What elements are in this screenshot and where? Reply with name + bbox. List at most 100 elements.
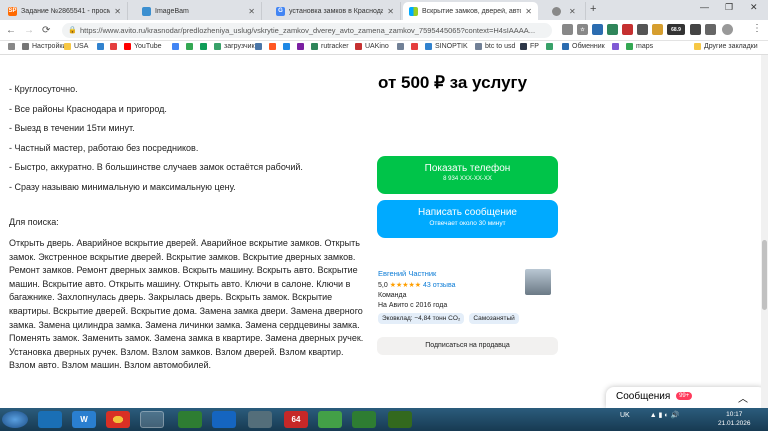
bookmark-6[interactable] [269, 43, 279, 50]
url-input[interactable]: 🔒 https://www.avito.ru/krasnodar/predloz… [62, 23, 552, 38]
reviews-link[interactable]: 43 отзыва [423, 282, 455, 289]
terminal-app-icon[interactable] [178, 411, 202, 428]
extension-icon[interactable] [592, 24, 603, 35]
seller-avatar[interactable] [525, 269, 551, 295]
avatar-icon[interactable] [722, 24, 733, 35]
bookmark-12[interactable] [612, 43, 622, 50]
bookmark-rutracker[interactable]: rutracker [311, 43, 349, 50]
bookmark-other[interactable]: Другие закладки [694, 43, 758, 50]
bookmark-label: rutracker [321, 43, 349, 50]
bookmark-apps[interactable] [8, 43, 18, 50]
close-icon[interactable]: ✕ [387, 7, 394, 16]
close-icon[interactable]: ✕ [114, 7, 121, 16]
search-heading: Для поиска: [9, 217, 59, 227]
bookmark-9[interactable] [397, 43, 407, 50]
bookmark-usa[interactable]: USA [64, 43, 88, 50]
bookmark-sinoptik[interactable]: SINOPTIK [425, 43, 468, 50]
aida64-app-icon[interactable]: 64 [284, 411, 308, 428]
vk-icon [255, 43, 262, 50]
chrome-app-icon[interactable] [106, 411, 130, 428]
close-icon[interactable]: ✕ [525, 7, 532, 16]
reload-icon[interactable]: ⟳ [42, 25, 50, 36]
back-icon[interactable]: ← [6, 25, 16, 36]
messages-widget[interactable]: Сообщения 99+ ︿ [606, 387, 766, 408]
site-icon [520, 43, 527, 50]
bookmark-youtube[interactable]: YouTube [124, 43, 162, 50]
eco-badge[interactable]: Эковклад: −4,84 тонн CO₂ [378, 313, 465, 324]
bookmark-5[interactable] [200, 43, 210, 50]
bookmark-settings[interactable]: Настройки [22, 43, 66, 50]
bookmark-1[interactable] [97, 43, 107, 50]
puzzle-icon[interactable] [705, 24, 716, 35]
feature-item: - Частный мастер, работаю без посреднико… [9, 142, 199, 153]
site-icon [297, 43, 304, 50]
weather-icon [425, 43, 432, 50]
bookmark-fp[interactable]: FP [520, 43, 539, 50]
extension-icon[interactable] [622, 24, 633, 35]
tab-imagebam[interactable]: ImageBam ✕ [136, 2, 262, 20]
tool-app-icon[interactable] [212, 411, 236, 428]
scrollbar[interactable] [761, 55, 768, 408]
tray-icons[interactable]: ▲ ▮ ◐ 🔊 [650, 412, 680, 419]
bookmark-uakino[interactable]: UAKino [355, 43, 389, 50]
app-icon[interactable] [388, 411, 412, 428]
bookmark-2[interactable] [110, 43, 120, 50]
date: 21.01.2026 [718, 420, 751, 427]
bookmark-vk[interactable] [255, 43, 265, 50]
bookmark-10[interactable] [411, 43, 421, 50]
bookmark-maps[interactable]: maps [626, 43, 653, 50]
gear-icon [22, 43, 29, 50]
bookmark-exchange[interactable]: Обменник [562, 43, 605, 50]
extension-icon[interactable] [690, 24, 701, 35]
bookmark-label: Настройки [32, 43, 67, 50]
write-message-button[interactable]: Написать сообщение Отвечает около 30 мин… [377, 200, 558, 238]
network-app-icon[interactable] [140, 411, 164, 428]
scrollbar-thumb[interactable] [762, 240, 767, 310]
ltc-ticker[interactable]: 68.9 [667, 24, 685, 35]
chrome-icon [552, 6, 561, 16]
app-icon[interactable] [352, 411, 376, 428]
tab-new[interactable]: ✕ [546, 2, 586, 20]
bookmark-11[interactable] [546, 43, 556, 50]
tab-avito[interactable]: Вскрытие замков, дверей, авто, 3 ✕ [403, 2, 538, 20]
maximize-button[interactable]: ❐ [725, 2, 733, 13]
rating-value: 5,0 [378, 282, 388, 289]
star-icon[interactable]: ☆ [577, 24, 588, 35]
tab-google-search[interactable]: G установка замков в Краснодаре ✕ [270, 2, 401, 20]
bookmark-btc[interactable]: btc to usd [475, 43, 515, 50]
new-tab-button[interactable]: + [590, 3, 596, 15]
avito-icon [409, 6, 418, 16]
bookmark-3[interactable] [172, 43, 182, 50]
tab-task[interactable]: SP Задание №2865541 - просмотр за ✕ [2, 2, 128, 20]
tab-label: Вскрытие замков, дверей, авто, 3 [422, 7, 522, 15]
subscribe-button[interactable]: Подписаться на продавца [377, 337, 558, 355]
show-phone-button[interactable]: Показать телефон 8 934 XXX-XX-XX [377, 156, 558, 194]
feature-item: - Быстро, аккуратно. В большинстве случа… [9, 162, 303, 173]
bookmark-loader[interactable]: загрузчик [214, 43, 255, 50]
share-icon[interactable] [562, 24, 573, 35]
bookmark-label: загрузчик [224, 43, 255, 50]
self-employed-badge[interactable]: Самозанятый [469, 313, 519, 324]
download-master-icon[interactable]: W [72, 411, 96, 428]
bookmark-7[interactable] [283, 43, 293, 50]
language-indicator[interactable]: UK [620, 412, 630, 419]
close-icon[interactable]: ✕ [569, 7, 576, 16]
app-icon[interactable] [318, 411, 342, 428]
extension-icon[interactable] [637, 24, 648, 35]
close-icon[interactable]: ✕ [248, 7, 255, 16]
bookmark-label: Обменник [572, 43, 605, 50]
bookmark-8[interactable] [297, 43, 307, 50]
chevron-up-icon[interactable]: ︿ [738, 390, 748, 405]
settings-app-icon[interactable] [248, 411, 272, 428]
search-keywords: Открыть дверь. Аварийное вскрытие дверей… [9, 238, 364, 371]
close-window-button[interactable]: ✕ [750, 2, 758, 13]
clock[interactable]: 10:17 21.01.2026 [718, 410, 751, 428]
menu-icon[interactable]: ⋮ [752, 23, 762, 34]
minimize-button[interactable]: — [700, 2, 709, 12]
extension-icon[interactable] [607, 24, 618, 35]
start-button[interactable] [2, 411, 28, 428]
forward-icon[interactable]: → [24, 25, 34, 36]
folder-app-icon[interactable] [38, 411, 62, 428]
extension-icon[interactable] [652, 24, 663, 35]
bookmark-4[interactable] [186, 43, 196, 50]
